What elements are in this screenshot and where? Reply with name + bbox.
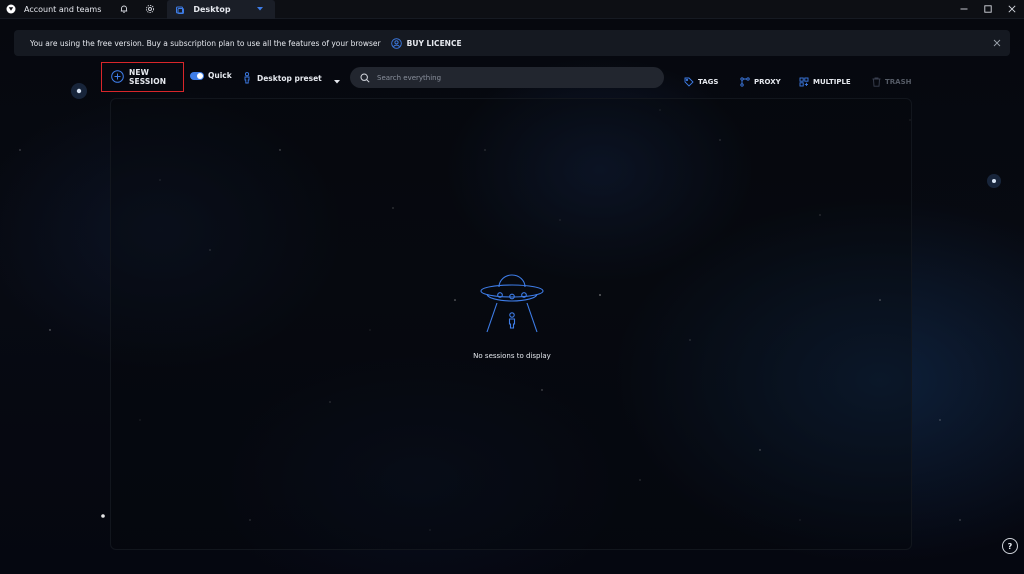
toolbar: NEW SESSION Quick Desktop preset Search … <box>0 60 1024 94</box>
proxy-label: PROXY <box>754 77 781 86</box>
new-session-button[interactable]: NEW SESSION <box>101 62 184 92</box>
banner-text: You are using the free version. Buy a su… <box>30 38 381 48</box>
desktop-icon <box>175 0 185 19</box>
help-button[interactable]: ? <box>1002 538 1018 554</box>
search-icon <box>360 68 370 87</box>
caret-down-icon <box>333 69 340 88</box>
tab-desktop-label: Desktop <box>193 4 231 14</box>
chevron-down-icon[interactable] <box>253 0 267 19</box>
trash-button[interactable]: TRASH <box>872 72 911 91</box>
ufo-icon <box>479 270 545 338</box>
window-controls <box>952 0 1024 19</box>
buy-licence-button[interactable]: BUY LICENCE <box>390 34 462 53</box>
help-question-label: ? <box>1007 541 1013 551</box>
tags-label: TAGS <box>698 77 719 86</box>
proxy-button[interactable]: PROXY <box>740 72 781 91</box>
buy-licence-label: BUY LICENCE <box>406 38 462 48</box>
quick-label: Quick <box>208 71 232 80</box>
search-bar[interactable] <box>350 67 664 88</box>
tab-desktop[interactable]: Desktop <box>167 0 275 19</box>
multiple-label: MULTIPLE <box>813 77 851 86</box>
banner-close-icon[interactable] <box>990 36 1004 50</box>
title-bar: Account and teams Desktop <box>0 0 1024 19</box>
trash-label: TRASH <box>885 77 912 86</box>
tag-icon <box>684 72 694 91</box>
toggle-switch[interactable] <box>190 71 204 80</box>
multiple-button[interactable]: MULTIPLE <box>799 72 851 91</box>
plus-circle-icon <box>111 68 124 87</box>
gear-icon[interactable] <box>137 0 163 19</box>
minimize-icon[interactable] <box>952 0 976 19</box>
account-and-teams-button[interactable]: Account and teams <box>22 0 111 19</box>
person-icon <box>243 69 251 88</box>
grid-icon <box>799 72 809 91</box>
trash-icon <box>872 72 881 91</box>
bell-icon[interactable] <box>111 0 137 19</box>
app-logo-icon <box>0 0 22 19</box>
new-session-label: NEW SESSION <box>129 68 167 86</box>
free-version-banner: You are using the free version. Buy a su… <box>14 30 1010 56</box>
search-input[interactable] <box>377 73 647 82</box>
desktop-preset-dropdown[interactable]: Desktop preset <box>243 69 340 88</box>
desktop-preset-label: Desktop preset <box>257 74 322 83</box>
empty-state: No sessions to display <box>0 270 1024 360</box>
user-circle-icon <box>390 34 402 53</box>
quick-toggle[interactable]: Quick <box>190 71 232 80</box>
proxy-branch-icon <box>740 72 750 91</box>
maximize-icon[interactable] <box>976 0 1000 19</box>
empty-state-message: No sessions to display <box>473 352 551 360</box>
tags-button[interactable]: TAGS <box>684 72 718 91</box>
close-icon[interactable] <box>1000 0 1024 19</box>
